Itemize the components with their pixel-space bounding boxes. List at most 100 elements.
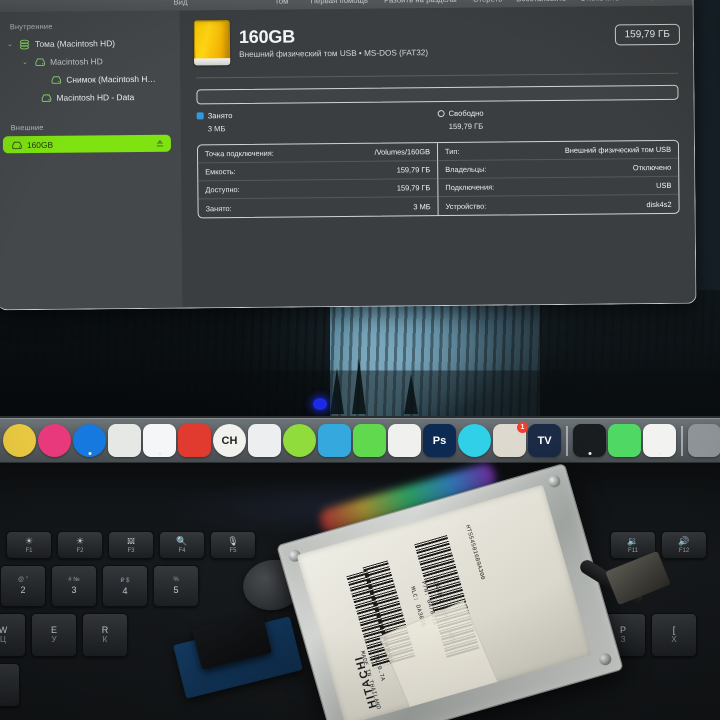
key-f2-brightness-up-fn-label: F2 [76,547,84,554]
key-s[interactable]: SЫ [0,663,20,707]
key-f3-mission-control[interactable]: 𝍇 F3 [108,531,154,559]
key-w-glyph: W [0,625,8,635]
toolbar-first-aid[interactable]: Первая помощь [310,0,368,5]
key-4[interactable]: ₽ $4 [102,565,148,607]
table-row: Доступно: 159,79 ГБ [198,179,438,200]
key-f4-spotlight-fn-label: F4 [178,547,186,554]
key-bracket-left[interactable]: [Х [651,613,697,657]
dock-icon-tradingview[interactable]: TV [528,424,561,457]
toolbar-restore[interactable]: Восстановить [516,0,566,3]
dock-icon-finalcut[interactable] [388,424,421,457]
dock-icon-facetime[interactable] [608,424,641,457]
dock-icon-cube[interactable] [108,424,141,457]
volume-detail-panel: 160GB Внешний физический том USB • MS-DO… [179,5,697,309]
dock-icon-camera[interactable] [248,424,281,457]
key-3-alt-label: # № [68,577,80,583]
table-row: Подключения: USB [438,176,679,198]
key-2[interactable]: @ " 2 [0,565,46,607]
dock-icon-robot[interactable] [38,424,71,457]
info-value: disk4s2 [646,199,672,209]
key-5[interactable]: % 5 [153,565,199,607]
volume-info-table: Точка подключения: /Volumes/160GB Емкост… [196,139,680,219]
dock-icon-atom-running-indicator [88,452,91,455]
legend-value-used: 3 МБ [207,124,226,134]
dock-icon-vlc[interactable] [573,424,606,457]
volume-icon [32,57,47,67]
key-f3-mission-control-glyph: 𝍇 [126,535,136,546]
key-w[interactable]: WЦ [0,613,26,657]
info-value: 3 МБ [413,201,431,211]
info-key: Подключения: [445,182,495,193]
toolbar-view[interactable]: Вид [174,0,188,7]
toolbar-partition[interactable]: Разбить на разделы [384,0,457,5]
key-p-cyrillic-label: З [620,635,626,644]
dock-icon-ch-label: CH [221,434,238,447]
key-r-glyph: R [101,625,109,635]
wallpaper-tree [404,374,418,414]
key-r[interactable]: RК [82,613,128,657]
table-row: Владельцы: Отключено [438,158,679,180]
dock-icon-preview[interactable] [643,424,676,457]
key-e-cyrillic-label: У [51,635,57,644]
eject-icon[interactable] [156,139,164,148]
dock-icon-settings[interactable]: 1 [493,422,528,457]
dock-icon-vlc-running-indicator [588,452,591,455]
dock-icon-telegram[interactable] [318,424,351,457]
keyboard-function-row: ☀ F1 ☀ F2 𝍇 F3 🔍 F4 🎙 F5 [6,531,256,559]
toolbar-info[interactable]: Свойства [649,0,683,2]
wallpaper-tree [352,358,366,414]
key-f12-volume-up[interactable]: 🔊 F12 [661,531,707,559]
sidebar-item-label: Macintosh HD [50,56,103,67]
chevron-down-icon[interactable]: ⌄ [7,40,17,48]
volume-icon [9,140,24,150]
dock-icon-partial-left[interactable] [3,424,36,457]
info-column-right: Тип: Внешний физический том USB Владельц… [437,140,679,215]
sidebar-item-macintosh-hd[interactable]: ⌄ Macintosh HD [0,52,180,72]
sidebar-item-160gb[interactable]: 160GB [2,134,172,154]
keyboard-letter-row-2: SЫ [0,663,20,707]
legend-value-free: 159,79 ГБ [448,121,484,132]
info-key: Тип: [444,146,460,157]
dock-icon-record[interactable] [283,424,316,457]
info-value: /Volumes/160GB [374,147,431,157]
key-2-glyph: 2 [20,585,26,595]
dock-icon-arcade[interactable] [178,424,211,457]
legend-swatch-used-icon [196,112,204,120]
sidebar-item-label: Снимок (Macintosh H… [66,73,156,85]
toolbar-unmount[interactable]: Отключить [580,0,619,3]
key-f4-spotlight[interactable]: 🔍 F4 [159,531,205,559]
dock-icon-settings-badge: 1 [517,422,528,433]
key-f11-volume-down-glyph: 🔉 [627,535,639,546]
info-key: Доступно: [205,185,240,195]
dock-icon-image-editor[interactable] [143,424,176,457]
key-5-glyph: 5 [173,585,179,595]
capacity-legend: Занято 3 МБ Свободно 159,79 ГБ [196,107,679,134]
dock-icon-photoshop[interactable]: Ps [423,424,456,457]
key-3[interactable]: # № 3 [51,565,97,607]
key-e[interactable]: EУ [31,613,77,657]
key-f1-brightness-down[interactable]: ☀ F1 [6,531,52,559]
capacity-badge: 159,79 ГБ [614,23,681,46]
sidebar-item-snapshot[interactable]: Снимок (Macintosh H… [0,70,180,90]
toolbar-volume[interactable]: Том [275,0,289,6]
page-title: 160GB [238,25,296,47]
key-f2-brightness-up[interactable]: ☀ F2 [57,531,103,559]
dock-separator-2 [681,425,683,456]
desktop-blue-dot [313,398,327,410]
dock-icon-downloader[interactable] [458,424,491,457]
screenshot-root: Вид Том Первая помощь Разбить на разделы… [0,0,720,720]
chevron-down-icon[interactable]: ⌄ [22,58,32,66]
sidebar-item-volumes-macintosh-hd[interactable]: ⌄ Тома (Macintosh HD) [0,34,180,54]
key-f11-volume-down-fn-label: F11 [628,547,638,554]
dock-icon-atom[interactable] [73,424,106,457]
dock-icon-whatsapp[interactable] [353,424,386,457]
toolbar-erase[interactable]: Стереть [473,0,503,4]
sidebar-item-macintosh-hd-data[interactable]: Macintosh HD - Data [0,88,181,108]
wallpaper-tree [330,368,344,414]
legend-label-free: Свободно [448,108,484,119]
key-f5-dictation[interactable]: 🎙 F5 [210,531,256,559]
dock-icon-trash[interactable] [688,424,720,457]
dock-icon-ch[interactable]: CH [213,424,246,457]
volume-subtitle: Внешний физический том USB • MS-DOS (FAT… [239,47,429,59]
sidebar-item-label: Macintosh HD - Data [56,92,135,103]
